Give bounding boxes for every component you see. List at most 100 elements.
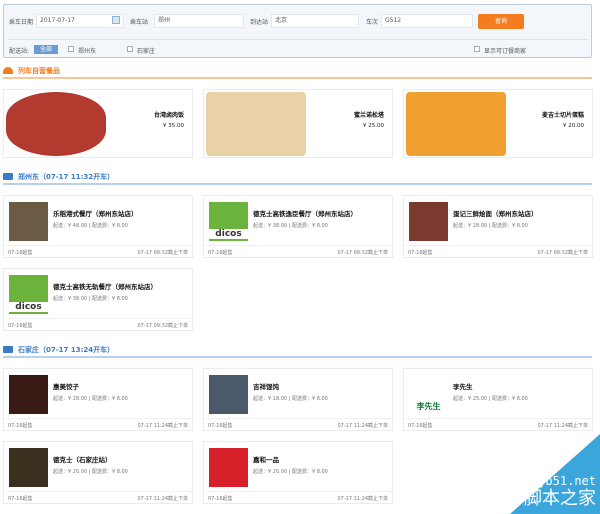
logo-text: dicos — [9, 302, 48, 312]
restaurant-card[interactable]: 蛋记三鲜烩面（郑州东站店） 起送：¥ 28.00 | 配送费：¥ 8.00 07-1… — [403, 195, 593, 258]
restaurant-card[interactable]: 惠美饺子起送：¥ 28.00 | 配送费：¥ 8.00 07-16起售 07-17 … — [3, 368, 193, 431]
restaurant-card[interactable]: dicos 德克士高铁无轨餐厅（郑州东站店） 起送：¥ 38.00 | 配送费：¥ … — [3, 268, 193, 331]
order-deadline: 07-17 11:24截止下单 — [337, 423, 388, 429]
order-deadline: 07-17 09:32截止下单 — [537, 250, 588, 256]
order-deadline: 07-17 09:32截止下单 — [137, 323, 188, 329]
section-underline — [3, 183, 592, 185]
product-name: 台湾卤肉饭 — [153, 112, 184, 119]
sale-start: 07-16起售 — [208, 250, 233, 256]
restaurant-name: 德克士（石家庄站） — [53, 456, 112, 464]
product-price: ¥ 25.00 — [363, 123, 384, 129]
logo-text: 李先生 — [409, 401, 448, 412]
product-card[interactable]: 台湾卤肉饭 ¥ 35.00 — [3, 89, 193, 158]
sale-start: 07-16起售 — [208, 423, 233, 429]
restaurant-card[interactable]: 德克士（石家庄站） 起送：¥ 20.00 | 配送费：¥ 8.00 07-16起售 0… — [3, 441, 193, 504]
restaurant-name: 蛋记三鲜烩面（郑州东站店） — [453, 210, 538, 218]
sale-start: 07-16起售 — [408, 423, 433, 429]
order-deadline: 07-17 11:24截止下单 — [137, 496, 188, 502]
restaurant-logo — [209, 448, 248, 487]
search-panel: 乘车日期 2017-07-17 乘车站 郑州 到达站 北京 车次 G512 查询… — [3, 4, 592, 58]
restaurant-logo: 李先生 — [409, 375, 448, 414]
restaurant-name: 德克士高铁逸臣餐厅（郑州东站店） — [253, 210, 357, 218]
restaurant-footer: 07-16起售 07-17 11:24截止下单 — [4, 418, 192, 430]
order-deadline: 07-17 11:24截止下单 — [537, 423, 588, 429]
section-underline — [3, 356, 592, 358]
to-label: 到达站 — [250, 19, 269, 26]
restaurant-fee: 起送：¥ 20.00 | 配送费：¥ 8.00 — [53, 469, 128, 475]
restaurant-card[interactable]: 吉祥馄饨 起送：¥ 18.00 | 配送费：¥ 8.00 07-16起售 07-17 … — [203, 368, 393, 431]
train-label: 车次 — [366, 19, 379, 26]
restaurant-footer: 07-16起售 07-17 09:32截止下单 — [4, 318, 192, 330]
station-all-button[interactable]: 全部 — [34, 45, 58, 54]
section-underline — [3, 77, 592, 79]
restaurant-footer: 07-16起售 07-17 11:24截止下单 — [4, 491, 192, 503]
restaurant-name: 吉祥馄饨 — [253, 383, 279, 391]
restaurant-logo: dicos — [209, 202, 248, 241]
restaurant-fee: 起送：¥ 28.00 | 配送费：¥ 8.00 — [453, 223, 528, 229]
station-option-label: 石家庄 — [137, 48, 156, 55]
restaurant-name: 惠美饺子 — [53, 383, 79, 391]
order-deadline: 07-17 11:24截止下单 — [337, 496, 388, 502]
section-header: 郑州东（07-17 11:32开车） — [3, 172, 592, 185]
sale-start: 07-16起售 — [208, 496, 233, 502]
show-available-label: 显示可订餐商家 — [484, 48, 527, 55]
restaurant-fee: 起送：¥ 25.00 | 配送费：¥ 8.00 — [453, 396, 528, 402]
restaurant-footer: 07-16起售 07-17 11:24截止下单 — [204, 418, 392, 430]
sale-start: 07-16起售 — [8, 250, 33, 256]
restaurant-fee: 起送：¥ 28.00 | 配送费：¥ 8.00 — [53, 396, 128, 402]
restaurant-card[interactable]: 李先生 李先生 起送：¥ 25.00 | 配送费：¥ 8.00 07-16起售 07-1… — [403, 368, 593, 431]
from-label: 乘车站 — [130, 19, 149, 26]
restaurant-logo — [409, 202, 448, 241]
sale-start: 07-16起售 — [8, 496, 33, 502]
order-deadline: 07-17 09:32截止下单 — [137, 250, 188, 256]
product-name: 麦吉士切片蛋糕 — [541, 112, 584, 119]
divider — [8, 39, 587, 40]
restaurant-name: 嘉和一品 — [253, 456, 279, 464]
product-card[interactable]: 麦吉士切片蛋糕 ¥ 20.00 — [403, 89, 593, 158]
restaurant-footer: 07-16起售 07-17 09:32截止下单 — [404, 245, 592, 257]
query-button[interactable]: 查询 — [478, 14, 524, 29]
restaurant-name: 李先生 — [453, 383, 473, 391]
product-image — [206, 92, 306, 156]
restaurant-logo — [9, 202, 48, 241]
product-price: ¥ 20.00 — [563, 123, 584, 129]
sale-start: 07-16起售 — [8, 423, 33, 429]
calendar-icon[interactable] — [112, 16, 120, 24]
from-station-input[interactable]: 郑州 — [154, 14, 244, 28]
product-name: 蜜兰诺松塔 — [353, 112, 384, 119]
order-deadline: 07-17 11:24截止下单 — [137, 423, 188, 429]
product-image — [6, 92, 106, 156]
watermark-name: 脚本之家 — [524, 488, 596, 509]
sale-start: 07-16起售 — [8, 323, 33, 329]
restaurant-fee: 起送：¥ 48.00 | 配送费：¥ 8.00 — [53, 223, 128, 229]
restaurant-footer: 07-16起售 07-17 09:32截止下单 — [204, 245, 392, 257]
date-input[interactable]: 2017-07-17 — [36, 14, 124, 28]
restaurant-card[interactable]: 嘉和一品 起送：¥ 20.00 | 配送费：¥ 8.00 07-16起售 07-17 … — [203, 441, 393, 504]
restaurant-logo — [9, 448, 48, 487]
to-station-input[interactable]: 北京 — [271, 14, 359, 28]
restaurant-card[interactable]: 乐稻港式餐厅（郑州东站店） 起送：¥ 48.00 | 配送费：¥ 8.00 07-1… — [3, 195, 193, 258]
product-price: ¥ 35.00 — [163, 123, 184, 129]
restaurant-footer: 07-16起售 07-17 11:24截止下单 — [204, 491, 392, 503]
station-option-label: 郑州东 — [78, 48, 97, 55]
restaurant-footer: 07-16起售 07-17 11:24截止下单 — [404, 418, 592, 430]
checkbox-shijiazhuang[interactable] — [127, 46, 133, 52]
section-title: 石家庄（07-17 13:24开车） — [18, 346, 115, 354]
section-title: 列车自营餐品 — [18, 67, 60, 75]
restaurant-name: 乐稻港式餐厅（郑州东站店） — [53, 210, 138, 218]
restaurant-name: 德克士高铁无轨餐厅（郑州东站店） — [53, 283, 157, 291]
train-food-icon — [3, 67, 13, 74]
restaurant-fee: 起送：¥ 38.00 | 配送费：¥ 8.00 — [53, 296, 128, 302]
station-label: 配送站: — [9, 48, 30, 55]
date-label: 乘车日期 — [9, 19, 34, 26]
order-deadline: 07-17 09:32截止下单 — [337, 250, 388, 256]
train-input[interactable]: G512 — [381, 14, 473, 28]
restaurant-logo: dicos — [9, 275, 48, 314]
checkbox-show-available[interactable] — [474, 46, 480, 52]
sale-start: 07-16起售 — [408, 250, 433, 256]
restaurant-card[interactable]: dicos 德克士高铁逸臣餐厅（郑州东站店） 起送：¥ 38.00 | 配送费：¥ … — [203, 195, 393, 258]
checkbox-zhengzhoudong[interactable] — [68, 46, 74, 52]
section-title: 郑州东（07-17 11:32开车） — [18, 173, 115, 181]
product-card[interactable]: 蜜兰诺松塔 ¥ 25.00 — [203, 89, 393, 158]
restaurant-logo — [209, 375, 248, 414]
